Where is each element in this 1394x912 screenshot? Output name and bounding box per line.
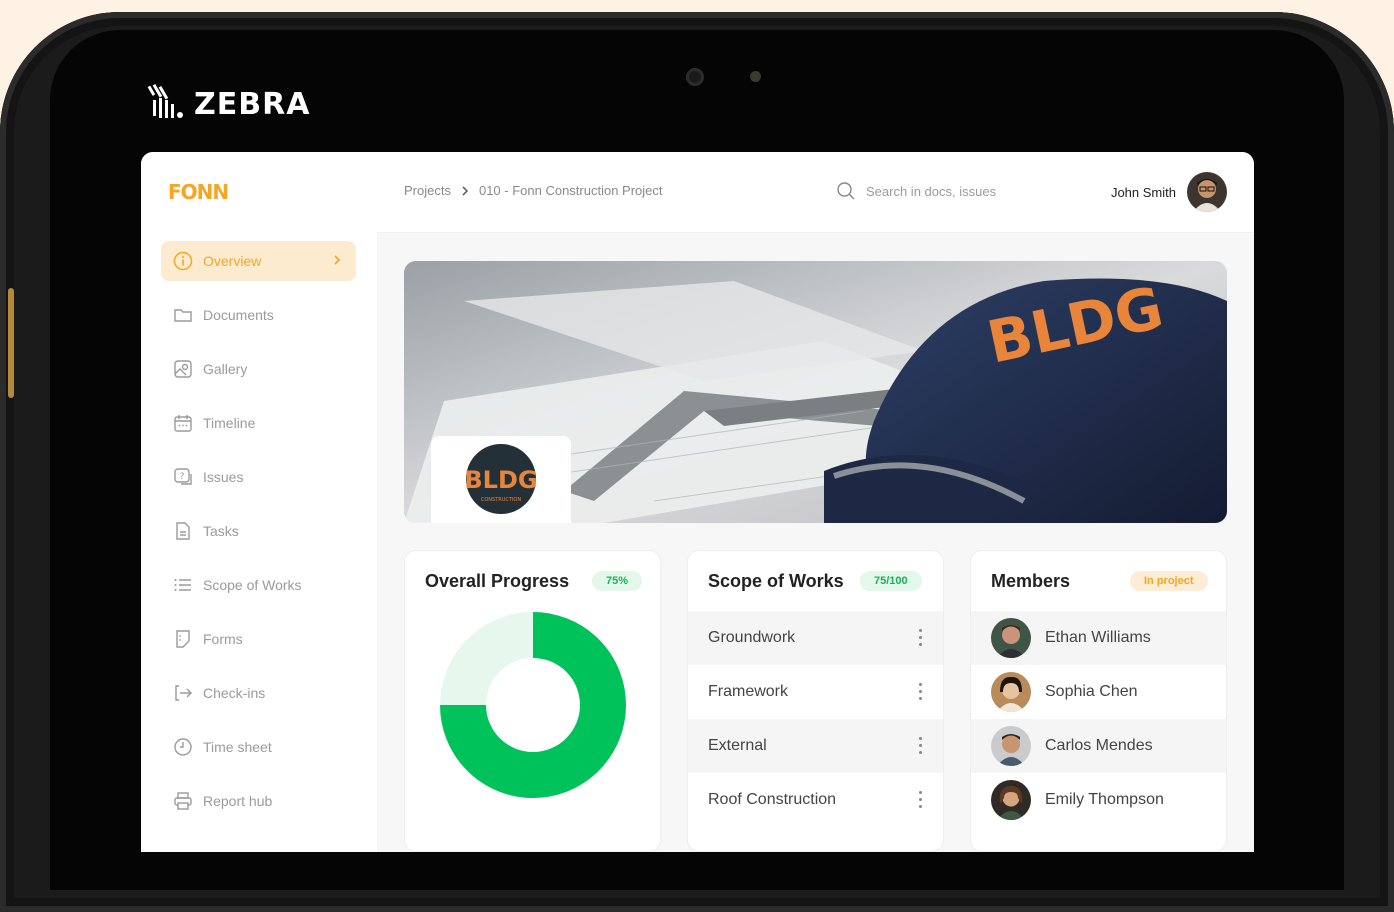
avatar[interactable] [1187,172,1227,212]
file-icon [173,521,193,541]
scope-item-label: Framework [708,683,789,700]
member-name: Carlos Mendes [1045,737,1153,754]
user-name: John Smith [1110,184,1176,200]
search-icon [837,182,855,200]
scope-badge: 75/100 [860,571,922,591]
search-bar[interactable]: Search in docs, issues [836,181,996,201]
sidebar-item-label: Check-ins [203,685,266,701]
sidebar-item-check-ins[interactable]: Check-ins [161,673,356,713]
member-row[interactable]: Carlos Mendes [971,719,1226,773]
form-icon [173,629,193,649]
sidebar-item-scope-of-works[interactable]: Scope of Works [161,565,356,605]
avatar [991,618,1031,658]
chevron-right-icon [330,252,344,271]
scope-item[interactable]: External [688,719,943,773]
sidebar: FONN Overview Documents Gallery Timeline… [141,152,377,852]
zebra-logo-icon [147,83,183,118]
sidebar-item-label: Report hub [203,793,273,809]
scope-item-label: Roof Construction [708,791,837,808]
members-badge: In project [1130,571,1208,591]
breadcrumb: Projects 010 - Fonn Construction Project [404,183,663,198]
sidebar-nav: Overview Documents Gallery Timeline ? Is… [161,241,356,835]
members-card: Members In project Ethan Williams Sophia… [970,550,1227,852]
more-vertical-icon[interactable] [919,629,923,650]
sidebar-item-time-sheet[interactable]: Time sheet [161,727,356,767]
checkin-icon [173,683,193,703]
members-title: Members [991,571,1071,591]
scope-card: Scope of Works 75/100 Groundwork Framewo… [687,550,944,852]
scope-item-label: Groundwork [708,629,796,646]
member-name: Emily Thompson [1045,791,1164,808]
sidebar-item-label: Overview [203,253,262,269]
folder-icon [173,305,193,325]
chevron-right-icon [462,185,469,196]
more-vertical-icon[interactable] [919,683,923,704]
user-menu[interactable]: John Smith [1111,172,1227,212]
sidebar-item-report-hub[interactable]: Report hub [161,781,356,821]
member-row[interactable]: Emily Thompson [971,773,1226,827]
sidebar-item-label: Documents [203,307,274,323]
camera-sensor [750,71,761,82]
sidebar-item-documents[interactable]: Documents [161,295,356,335]
issue-icon: ? [173,467,193,487]
scope-item[interactable]: Framework [688,665,943,719]
member-name: Ethan Williams [1045,629,1151,646]
avatar [991,672,1031,712]
progress-title: Overall Progress [425,571,570,591]
progress-card: Overall Progress 75% [404,550,661,852]
scope-title: Scope of Works [708,571,844,591]
brand-wordmark: ZEBRA [194,86,311,122]
device-brand: ZEBRA [146,82,310,126]
sidebar-item-forms[interactable]: Forms [161,619,356,659]
image-icon [173,359,193,379]
more-vertical-icon[interactable] [919,737,923,758]
app-screen: FONN Overview Documents Gallery Timeline… [141,152,1254,852]
more-vertical-icon[interactable] [919,791,923,812]
svg-text:?: ? [180,472,185,482]
info-icon [173,251,193,271]
scope-item[interactable]: Roof Construction [688,773,943,827]
sidebar-item-label: Scope of Works [203,577,302,593]
progress-donut [440,612,626,798]
sidebar-item-issues[interactable]: ? Issues [161,457,356,497]
company-logo-text: BLDG [464,466,537,494]
avatar [991,726,1031,766]
sidebar-item-label: Tasks [203,523,239,539]
scope-item[interactable]: Groundwork [688,611,943,665]
breadcrumb-root[interactable]: Projects [404,183,451,198]
member-row[interactable]: Ethan Williams [971,611,1226,665]
company-logo-subtext: CONSTRUCTION [481,497,521,503]
sidebar-item-gallery[interactable]: Gallery [161,349,356,389]
member-name: Sophia Chen [1045,683,1138,700]
clock-icon [173,737,193,757]
breadcrumb-current: 010 - Fonn Construction Project [478,183,663,198]
sidebar-item-label: Time sheet [203,739,272,755]
sidebar-item-timeline[interactable]: Timeline [161,403,356,443]
side-button [8,288,14,398]
sidebar-item-label: Timeline [203,415,256,431]
camera-lens [686,68,704,86]
app-logo[interactable]: FONN [168,180,229,204]
sidebar-item-label: Issues [203,469,244,485]
company-logo-card: BLDG CONSTRUCTION [431,436,571,523]
sidebar-item-overview[interactable]: Overview [161,241,356,281]
sidebar-item-tasks[interactable]: Tasks [161,511,356,551]
project-banner: BLDG BLDG CONSTRUCTION [404,261,1227,523]
list-icon [173,575,193,595]
member-row[interactable]: Sophia Chen [971,665,1226,719]
avatar [991,780,1031,820]
progress-badge: 75% [592,571,643,591]
top-bar: Projects 010 - Fonn Construction Project… [377,152,1254,233]
printer-icon [173,791,193,811]
calendar-icon [173,413,193,433]
company-logo: BLDG CONSTRUCTION [464,444,538,514]
sidebar-item-label: Forms [203,631,243,647]
scope-item-label: External [708,737,767,754]
sidebar-item-label: Gallery [203,361,248,377]
search-input[interactable]: Search in docs, issues [866,184,996,199]
main-content: BLDG BLDG CONSTRUCTION Overall Progress … [377,233,1254,852]
